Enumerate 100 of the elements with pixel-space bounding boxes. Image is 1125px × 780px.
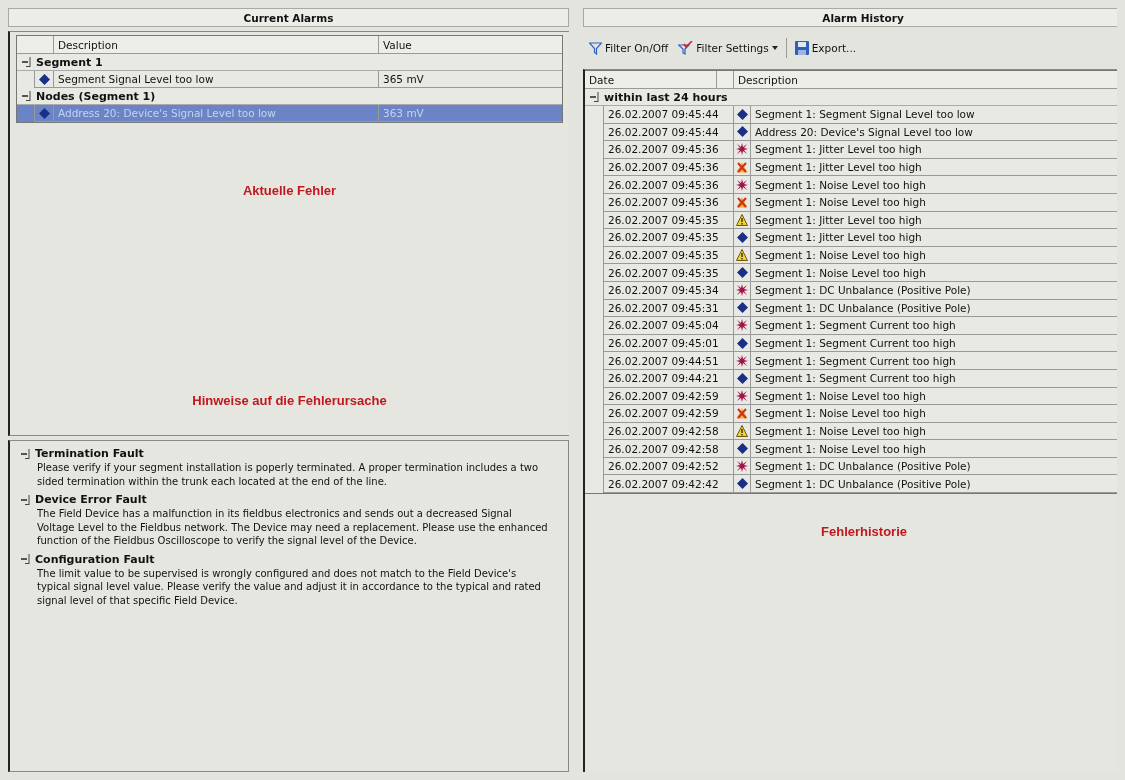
collapse-icon[interactable] [20,448,30,459]
filter-icon [589,41,602,55]
table-cell: 26.02.2007 09:45:01 [608,337,719,349]
table-cell: Segment 1: DC Unbalance (Positive Pole) [755,301,971,314]
table-cell: 26.02.2007 09:42:59 [608,407,719,420]
history-row[interactable]: 26.02.2007 09:45:35 Segment 1: Jitter Level too high [585,211,1117,230]
filter-check-icon [678,41,694,55]
history-row[interactable]: 26.02.2007 09:45:44 Segment 1: Segment Signal Level too low [585,106,1117,124]
diamond-icon [736,302,748,314]
annotation-label: Aktuelle Fehler [242,183,337,198]
history-row[interactable]: 26.02.2007 09:45:36 Segment 1: Jitter Level too high [585,158,1117,177]
collapse-icon[interactable] [20,494,30,505]
table-cell: 363 mV [383,107,424,119]
column-header[interactable]: Description [58,38,118,51]
history-row[interactable]: 26.02.2007 09:45:35 Segment 1: Noise Level too high [585,246,1117,265]
collapse-icon[interactable] [21,57,31,67]
history-row[interactable]: 26.02.2007 09:44:21 Segment 1: Segment Current too high [585,369,1117,388]
table-cell: 26.02.2007 09:45:35 [608,231,719,244]
diamond-icon [736,443,748,455]
history-row[interactable]: 26.02.2007 09:45:31 Segment 1: DC Unbalance (Positive Pole) [585,299,1117,318]
diamond-icon [38,73,50,85]
table-cell: 26.02.2007 09:45:44 [608,108,719,121]
table-cell: Segment 1: Segment Current too high [755,354,956,367]
starburst-icon [736,389,748,402]
column-header[interactable]: Value [383,38,412,51]
table-cell: Segment Signal Level too low [58,73,214,85]
diamond-icon [736,478,748,490]
collapse-icon[interactable] [21,91,31,101]
table-cell: Segment 1: Segment Current too high [755,319,956,332]
collapse-icon[interactable] [589,92,599,102]
starburst-icon [736,354,748,367]
table-cell: 26.02.2007 09:45:36 [608,143,719,156]
hint-title: Device Error Fault [35,493,147,506]
table-cell: 26.02.2007 09:42:42 [608,477,719,490]
table-cell: Segment 1: Noise Level too high [755,407,926,420]
history-row[interactable]: 26.02.2007 09:45:36 Segment 1: Noise Level too high [585,193,1117,212]
table-cell: Segment 1: Noise Level too high [755,442,926,455]
history-row[interactable]: 26.02.2007 09:42:58 Segment 1: Noise Level too high [585,440,1117,458]
table-cell: Segment 1: DC Unbalance (Positive Pole) [755,477,971,490]
table-cell: 26.02.2007 09:45:35 [608,266,719,279]
history-row[interactable]: 26.02.2007 09:44:51 Segment 1: Segment Current too high [585,352,1117,370]
history-row[interactable]: 26.02.2007 09:42:59 Segment 1: Noise Level too high [585,387,1117,406]
table-cell: 26.02.2007 09:44:21 [608,372,719,385]
diamond-icon [736,108,748,120]
table-cell: Segment 1: Noise Level too high [755,196,926,209]
panel-title: Alarm History [583,8,1117,27]
annotation-label: Fehlerhistorie [821,524,907,540]
table-cell: 26.02.2007 09:45:35 [608,249,719,262]
alarm-row[interactable]: Segment Signal Level too low 365 mV [17,71,562,88]
collapse-icon[interactable] [20,554,30,564]
starburst-icon [736,284,748,297]
table-cell: Segment 1: Jitter Level too high [755,143,922,156]
warning-icon [736,213,748,226]
starburst-icon [736,178,748,191]
history-row[interactable]: 26.02.2007 09:45:44 Address 20: Device's Signal Level too low [585,123,1117,142]
group-row[interactable]: Segment 1 [17,54,562,71]
column-header[interactable]: Date [589,73,615,86]
filter-settings-button[interactable]: Filter Settings [676,39,780,57]
starburst-icon [736,460,748,473]
history-row[interactable]: 26.02.2007 09:45:34 Segment 1: DC Unbalance (Positive Pole) [585,281,1117,300]
history-row[interactable]: 26.02.2007 09:45:35 Segment 1: Jitter Level too high [585,229,1117,247]
table-cell: 26.02.2007 09:45:36 [608,196,719,209]
table-cell: 26.02.2007 09:45:44 [608,125,719,138]
table-cell: Segment 1: DC Unbalance (Positive Pole) [755,284,971,297]
table-cell: Segment 1: Segment Current too high [755,337,956,349]
history-row[interactable]: 26.02.2007 09:45:04 Segment 1: Segment Current too high [585,317,1117,335]
starburst-icon [736,319,748,332]
history-row[interactable]: 26.02.2007 09:42:58 Segment 1: Noise Level too high [585,422,1117,441]
starburst-icon [736,143,748,156]
hint-text: The Field Device has a malfunction in its fieldbus electronics and sends out a decreased Signal Voltage Level to the Fieldbus network. The Device may need a replacement. Please use the enhanced function of the Fieldbus Oscilloscope to verify the signal level of the Device. [37,507,549,548]
table-cell: Address 20: Device's Signal Level too low [755,125,973,138]
history-row[interactable]: 26.02.2007 09:42:59 Segment 1: Noise Level too high [585,405,1117,423]
table-cell: 26.02.2007 09:42:52 [608,460,719,473]
diamond-icon [736,372,748,384]
hint-text: The limit value to be supervised is wrongly configured and does not match to the Field Device's typical signal level value. Please verify the value and adjust it in accordance to the typical and rated signal level of that specific Field Device. [37,566,542,607]
history-row[interactable]: 26.02.2007 09:42:42 Segment 1: DC Unbalance (Positive Pole) [585,475,1117,494]
group-row[interactable]: within last 24 hours [585,89,1117,106]
table-cell: 26.02.2007 09:44:51 [608,354,719,367]
history-row[interactable]: 26.02.2007 09:45:36 Segment 1: Noise Level too high [585,176,1117,194]
table-cell: Address 20: Device's Signal Level too low [58,107,276,119]
diamond-icon [736,337,748,349]
history-row[interactable]: 26.02.2007 09:45:01 Segment 1: Segment Current too high [585,334,1117,353]
column-header[interactable]: Description [738,73,798,86]
annotation-label: Hinweise auf die Fehlerursache [192,393,387,408]
diamond-icon [736,231,748,243]
filter-button[interactable]: Filter On/Off [587,39,671,57]
diamond-icon [736,267,748,279]
table-cell: Segment 1: Segment Signal Level too low [755,108,975,121]
diamond-icon [38,107,50,119]
history-row[interactable]: 26.02.2007 09:45:35 Segment 1: Noise Level too high [585,264,1117,282]
history-row[interactable]: 26.02.2007 09:42:52 Segment 1: DC Unbalance (Positive Pole) [585,457,1117,476]
panel-title: Current Alarms [8,8,569,27]
table-cell: Segment 1: Jitter Level too high [755,161,922,174]
warning-icon [736,425,748,437]
diamond-icon [736,126,748,138]
export-button[interactable]: Export... [792,39,859,57]
table-cell: Segment 1: Noise Level too high [755,389,926,402]
warning-icon [736,249,748,262]
table-cell: Segment 1: Noise Level too high [755,249,926,262]
history-row[interactable]: 26.02.2007 09:45:36 Segment 1: Jitter Level too high [585,141,1117,159]
